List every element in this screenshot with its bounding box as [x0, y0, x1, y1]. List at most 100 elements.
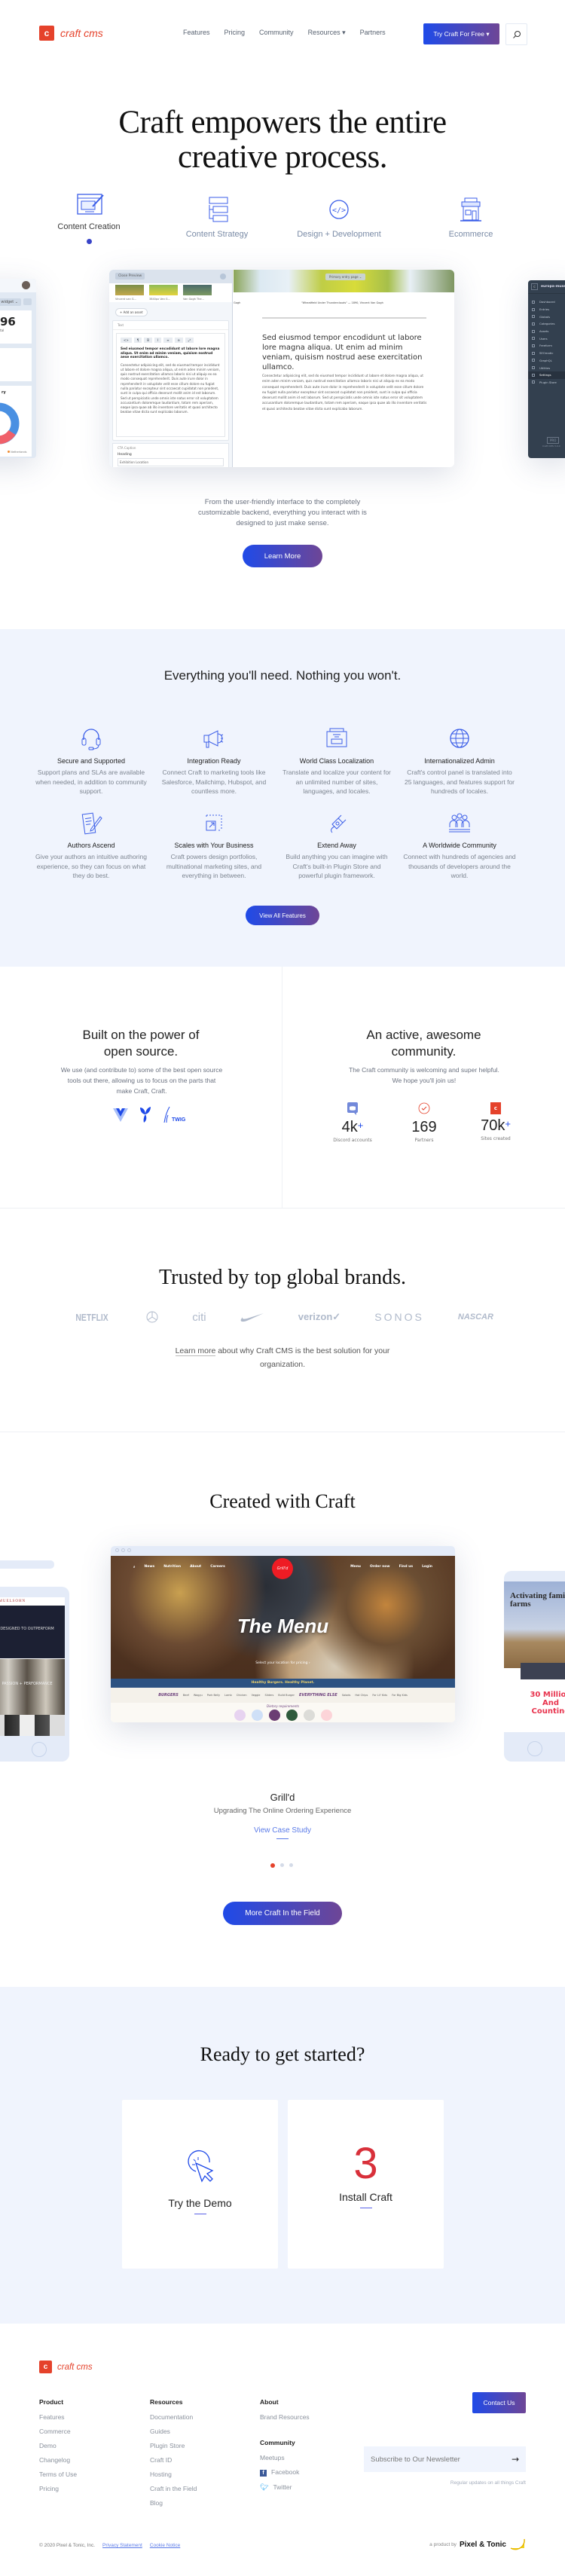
- site-menu-item[interactable]: For Lil' Kids: [372, 1694, 387, 1697]
- nav-features[interactable]: Features: [183, 29, 210, 37]
- footer-link[interactable]: Demo: [39, 2442, 77, 2449]
- site-menu-item[interactable]: Pork Belly: [207, 1694, 220, 1697]
- site-nav-item[interactable]: About: [190, 1565, 201, 1569]
- try-craft-button[interactable]: Try Craft For Free ▾: [423, 23, 499, 44]
- site-menu-item[interactable]: Chicken: [237, 1694, 247, 1697]
- footer-link[interactable]: Documentation: [150, 2413, 197, 2421]
- learn-more-button[interactable]: Learn More: [243, 545, 322, 567]
- dietary-badge[interactable]: [303, 1710, 315, 1721]
- site-menu-item[interactable]: BURGERS: [158, 1693, 179, 1697]
- nav-partners[interactable]: Partners: [360, 29, 386, 37]
- cp-nav-item[interactable]: Entries: [528, 306, 565, 313]
- site-menu-item[interactable]: Hot Chips: [355, 1694, 368, 1697]
- footer-link[interactable]: Changelog: [39, 2456, 77, 2464]
- footer-link[interactable]: Terms of Use: [39, 2471, 77, 2478]
- rich-text-field[interactable]: <> ¶ B I ≡ ⊖ ⤢ Sed eiusmod tempor encodi…: [116, 333, 225, 437]
- cp-nav-item[interactable]: Utilities: [528, 364, 565, 371]
- footer-link[interactable]: Guides: [150, 2428, 197, 2435]
- footer-link[interactable]: Brand Resources: [260, 2413, 310, 2421]
- carousel-dot[interactable]: [289, 1863, 293, 1867]
- site-nav-item[interactable]: Nutrition: [163, 1565, 181, 1569]
- site-menu-item[interactable]: Beef: [183, 1694, 189, 1697]
- carousel-dot[interactable]: [270, 1863, 275, 1868]
- footer-link[interactable]: Features: [39, 2413, 77, 2421]
- rte-bold-button[interactable]: B: [144, 338, 152, 343]
- site-menu-item[interactable]: For Big Kids: [392, 1694, 408, 1697]
- site-nav-item[interactable]: Menu: [350, 1565, 361, 1569]
- cp-nav-item[interactable]: GraphQL: [528, 357, 565, 365]
- privacy-link[interactable]: Privacy Statement: [102, 2543, 142, 2548]
- site-nav-item[interactable]: Careers: [210, 1565, 225, 1569]
- newsletter-input[interactable]: Subscribe to Our Newsletter →: [364, 2446, 526, 2472]
- footer-logo[interactable]: c craft cms: [39, 2361, 93, 2373]
- site-menu-item[interactable]: Lamb: [224, 1694, 232, 1697]
- footer-link[interactable]: Plugin Store: [150, 2442, 197, 2449]
- rte-fullscreen-button[interactable]: ⤢: [185, 338, 194, 343]
- heading-input[interactable]: Exhibition Location: [118, 458, 224, 466]
- footer-link[interactable]: Hosting: [150, 2471, 197, 2478]
- dietary-badge[interactable]: [286, 1710, 298, 1721]
- primary-entry-dropdown[interactable]: Primary entry page ⌄: [325, 273, 366, 280]
- cp-nav-item[interactable]: Globals: [528, 313, 565, 320]
- cp-nav-item[interactable]: Categories: [528, 320, 565, 328]
- cp-nav-item[interactable]: Settings: [528, 371, 565, 379]
- site-menu-item[interactable]: Salads: [342, 1694, 351, 1697]
- view-all-features-button[interactable]: View All Features: [246, 906, 319, 925]
- cp-nav-item[interactable]: Freeform: [528, 342, 565, 350]
- try-demo-card[interactable]: Try the Demo: [122, 2100, 278, 2269]
- arrow-right-icon[interactable]: →: [512, 2454, 519, 2464]
- search-icon[interactable]: ⌕: [133, 1565, 136, 1569]
- footer-link[interactable]: Meetups: [260, 2454, 299, 2461]
- nav-resources[interactable]: Resources ▾: [308, 29, 346, 37]
- settings-gear-button[interactable]: [23, 298, 32, 305]
- dietary-badge[interactable]: [320, 1710, 332, 1721]
- new-widget-button[interactable]: New widget ⌄: [0, 298, 21, 306]
- nav-pricing[interactable]: Pricing: [224, 29, 246, 37]
- tab-content-creation[interactable]: Content Creation: [53, 193, 125, 244]
- footer-link[interactable]: 🐦︎ Twitter: [260, 2483, 299, 2492]
- site-nav-item[interactable]: News: [145, 1565, 155, 1569]
- site-menu-item[interactable]: Build Burger: [278, 1694, 295, 1697]
- tab-ecommerce[interactable]: Ecommerce: [437, 196, 505, 239]
- footer-link[interactable]: Craft ID: [150, 2456, 197, 2464]
- cookie-link[interactable]: Cookie Notice: [150, 2543, 180, 2548]
- tab-design-development[interactable]: </> Design + Development: [290, 196, 388, 239]
- cp-nav-item[interactable]: Dashboard: [528, 298, 565, 306]
- more-craft-button[interactable]: More Craft In the Field: [223, 1902, 342, 1925]
- site-menu-item[interactable]: Wagyu: [194, 1694, 203, 1697]
- site-nav-item[interactable]: Find us: [399, 1565, 414, 1569]
- footer-link[interactable]: Pricing: [39, 2485, 77, 2492]
- site-nav-item[interactable]: Login: [422, 1565, 432, 1569]
- learn-more-link[interactable]: Learn more: [175, 1346, 216, 1356]
- rte-format-button[interactable]: ¶: [133, 338, 142, 343]
- cp-nav-item[interactable]: SEOmatic: [528, 350, 565, 357]
- carousel-dot[interactable]: [280, 1863, 284, 1867]
- dietary-badge[interactable]: [268, 1710, 280, 1721]
- footer-link[interactable]: Craft in the Field: [150, 2485, 197, 2492]
- footer-link[interactable]: Blog: [150, 2499, 197, 2507]
- cp-nav-item[interactable]: Assets: [528, 328, 565, 335]
- close-preview-button[interactable]: Close Preview: [115, 273, 145, 280]
- add-asset-button[interactable]: + Add an asset: [115, 308, 148, 316]
- logo[interactable]: c craft cms: [39, 26, 103, 41]
- dietary-badge[interactable]: [251, 1710, 263, 1721]
- site-nav-item[interactable]: Order now: [370, 1565, 390, 1569]
- rte-link-button[interactable]: ⊖: [174, 338, 183, 343]
- rte-code-button[interactable]: <>: [121, 338, 132, 343]
- product-by[interactable]: a product by Pixel & Tonic: [429, 2538, 526, 2551]
- site-menu-item[interactable]: Veggie: [252, 1694, 261, 1697]
- cp-nav-item[interactable]: Users: [528, 335, 565, 342]
- contact-us-button[interactable]: Contact Us: [472, 2392, 526, 2413]
- rte-italic-button[interactable]: I: [154, 338, 162, 343]
- site-menu-item[interactable]: EVERYTHING ELSE: [299, 1693, 337, 1697]
- site-menu-item[interactable]: Sliders: [264, 1694, 273, 1697]
- footer-link[interactable]: f Facebook: [260, 2468, 299, 2477]
- install-craft-card[interactable]: 3 Install Craft: [288, 2100, 444, 2269]
- dietary-badge[interactable]: [234, 1710, 246, 1721]
- footer-link[interactable]: Commerce: [39, 2428, 77, 2435]
- search-button[interactable]: [505, 23, 527, 45]
- view-case-study-link[interactable]: View Case Study: [252, 1826, 313, 1835]
- grilld-logo[interactable]: Grill'd: [272, 1558, 293, 1579]
- site-location[interactable]: Select your location for pricing ›: [111, 1661, 455, 1665]
- cp-nav-item[interactable]: Plugin Store: [528, 379, 565, 387]
